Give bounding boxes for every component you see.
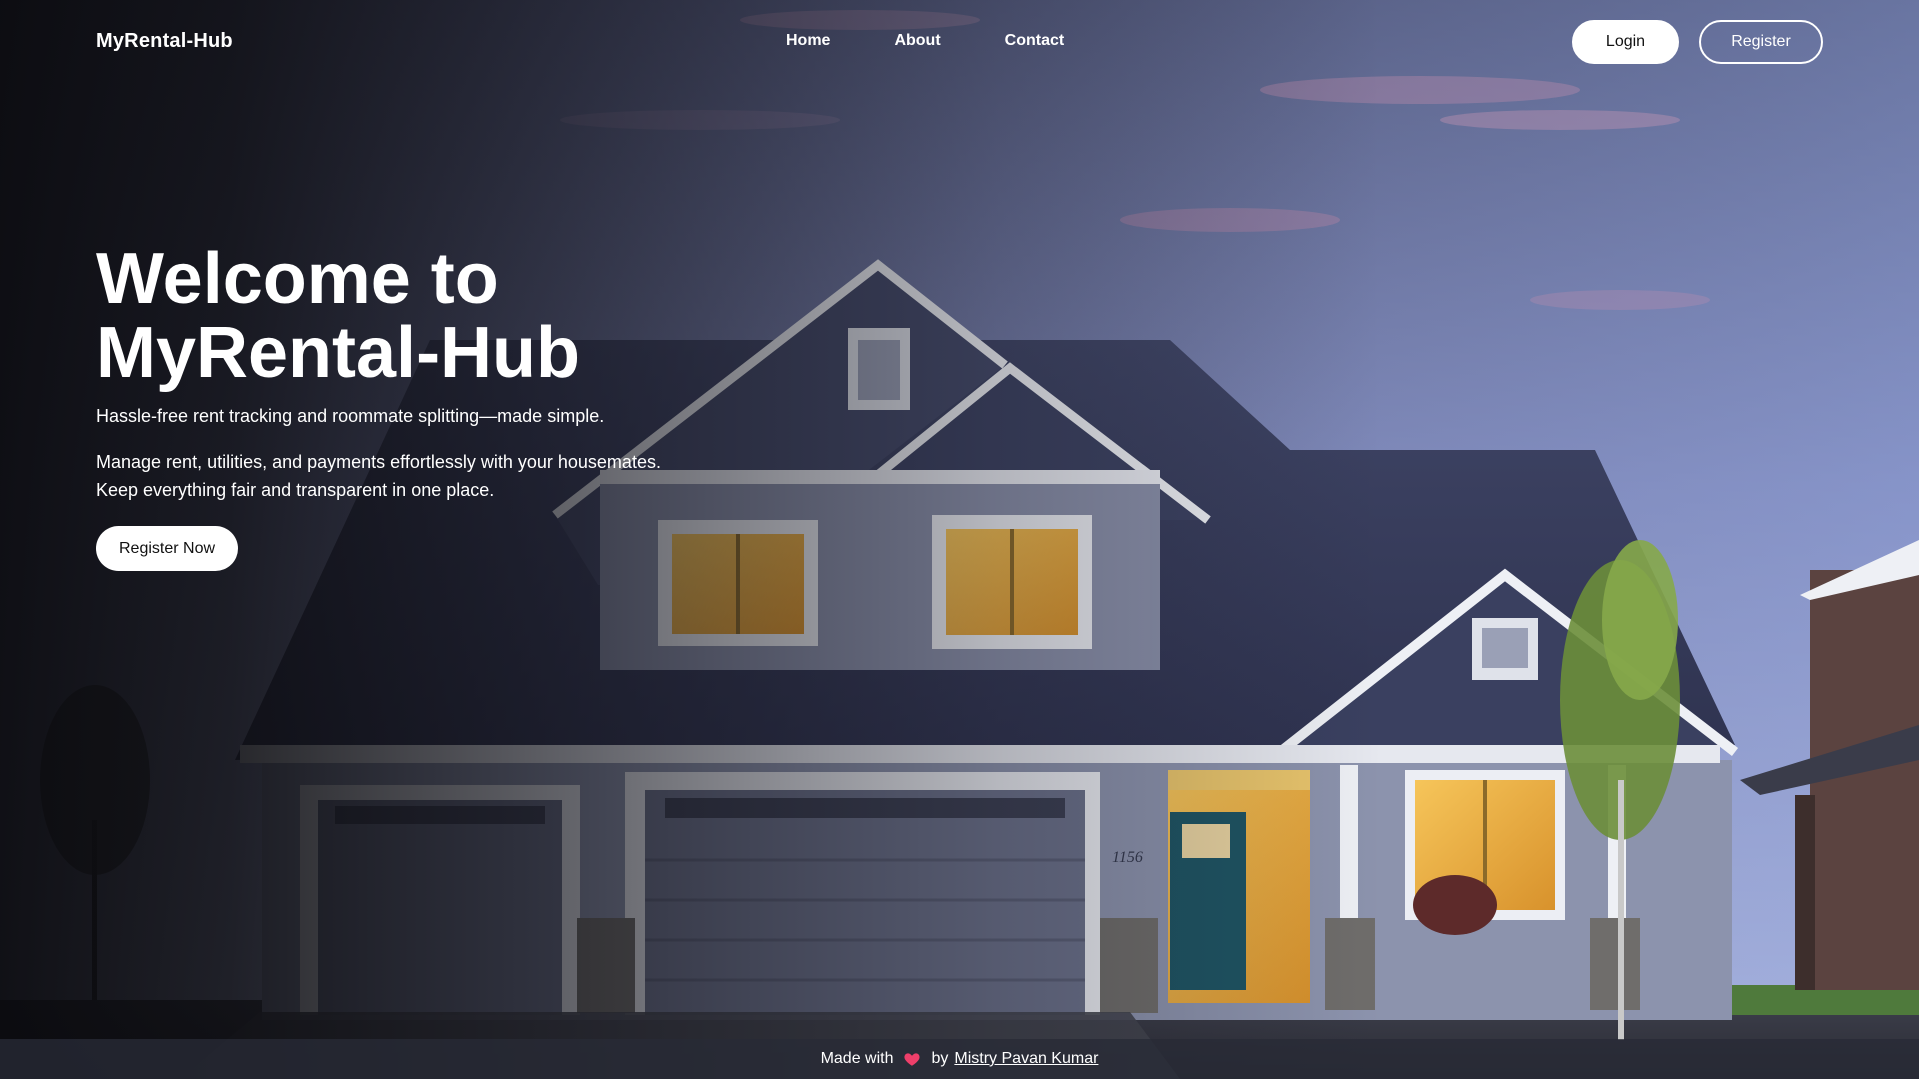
author-link[interactable]: Mistry Pavan Kumar [954, 1050, 1098, 1068]
login-button[interactable]: Login [1572, 20, 1679, 64]
house-number: 1156 [1112, 849, 1143, 866]
hero-description-line2: Keep everything fair and transparent in … [96, 480, 495, 500]
nav-contact[interactable]: Contact [1005, 32, 1065, 50]
hero-title: Welcome to MyRental-Hub [96, 242, 816, 390]
footer-made-with: Made with [820, 1050, 894, 1067]
hero-title-line2: MyRental-Hub [96, 313, 580, 393]
hero-section: Welcome to MyRental-Hub Hassle-free rent… [96, 242, 816, 571]
main-nav: Home About Contact [786, 32, 1064, 50]
brand-logo[interactable]: MyRental-Hub [96, 30, 233, 53]
nav-home[interactable]: Home [786, 32, 830, 50]
site-footer: Made with by Mistry Pavan Kumar [0, 1039, 1919, 1079]
nav-about[interactable]: About [894, 32, 940, 50]
heart-icon [904, 1053, 921, 1066]
footer-by: by [931, 1050, 949, 1067]
register-button[interactable]: Register [1699, 20, 1823, 64]
site-header: MyRental-Hub Home About Contact Login Re… [0, 0, 1919, 84]
auth-buttons: Login Register [1572, 20, 1823, 64]
hero-tagline: Hassle-free rent tracking and roommate s… [96, 406, 605, 426]
hero-title-line1: Welcome to [96, 239, 499, 319]
hero-description-line1: Manage rent, utilities, and payments eff… [96, 452, 661, 472]
register-now-button[interactable]: Register Now [96, 526, 238, 571]
hero-description: Manage rent, utilities, and payments eff… [96, 448, 816, 504]
